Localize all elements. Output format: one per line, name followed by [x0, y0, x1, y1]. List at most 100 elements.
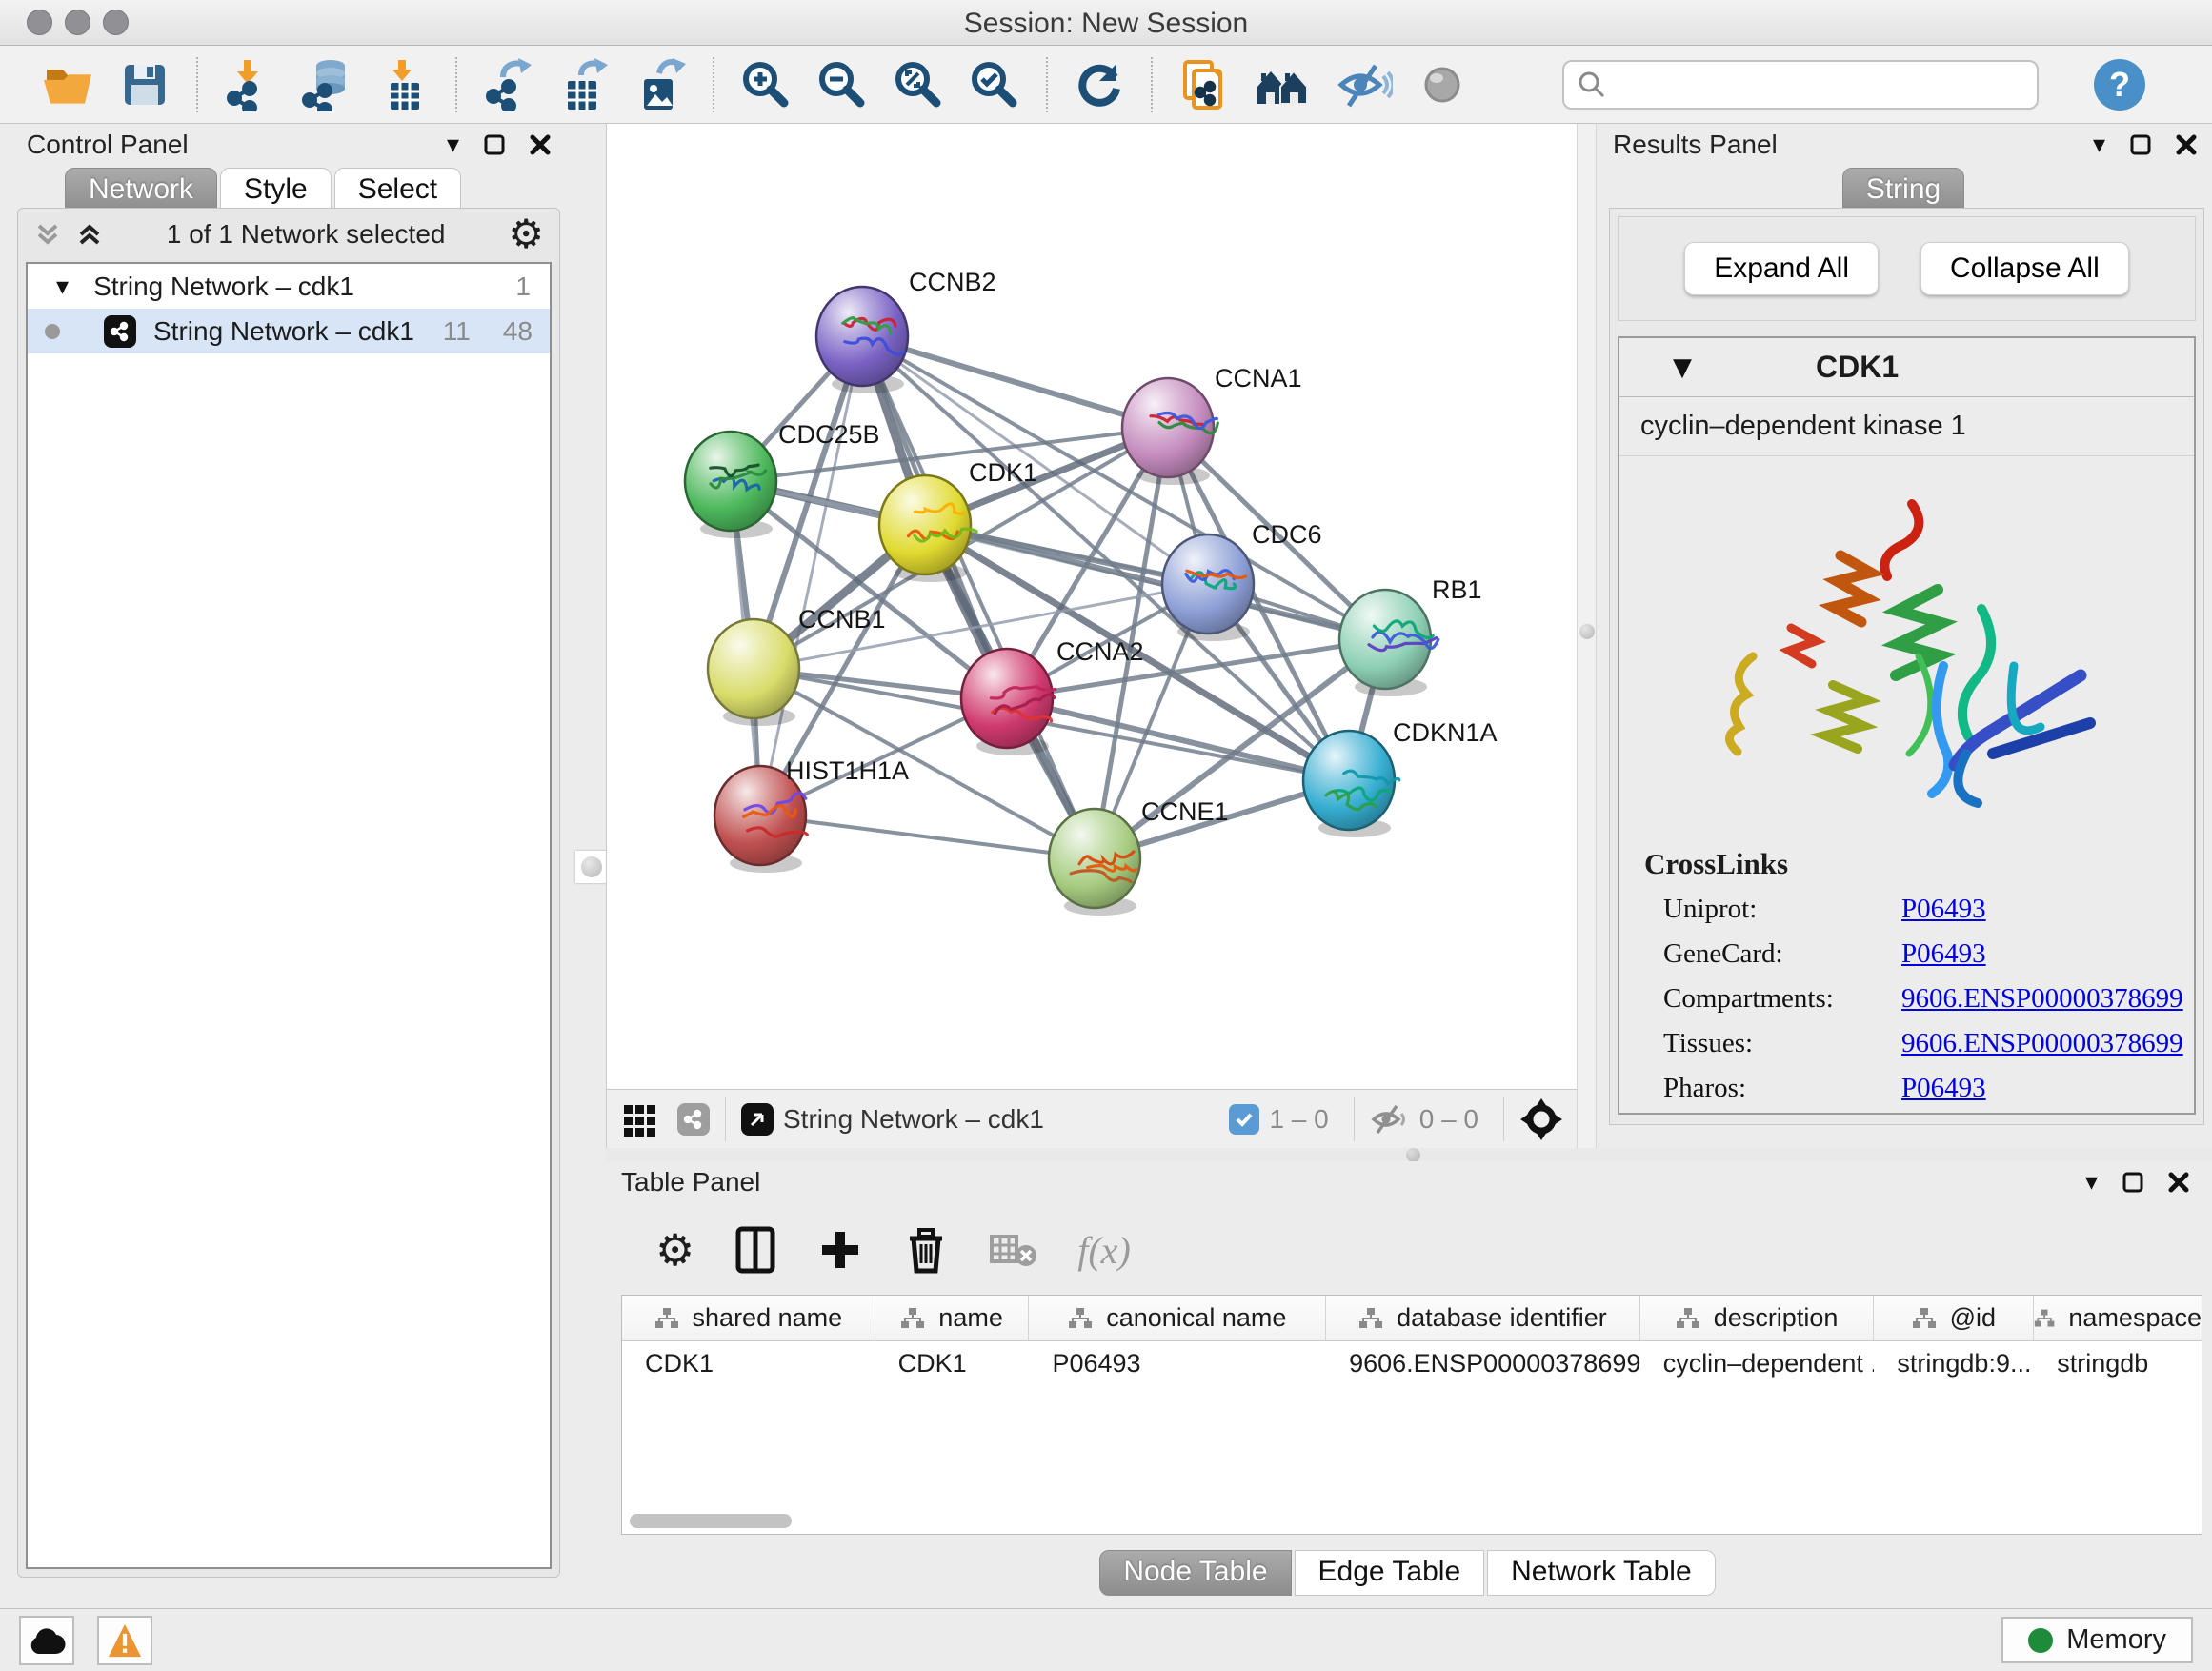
import-network-from-database-button[interactable] — [299, 58, 354, 111]
pharos-link[interactable]: P06493 — [1901, 1073, 1986, 1104]
table-panel-title: Table Panel — [621, 1167, 760, 1198]
collapse-all-button[interactable]: Collapse All — [1920, 242, 2129, 295]
crosslink-row: Pharos:P06493 — [1619, 1066, 2194, 1111]
save-session-button[interactable] — [118, 58, 171, 111]
column-header[interactable]: @id — [1874, 1296, 2034, 1340]
grid-view-icon[interactable] — [620, 1099, 660, 1139]
column-header[interactable]: database identifier — [1326, 1296, 1640, 1340]
network-options-gear-icon[interactable]: ⚙ — [508, 214, 544, 254]
collapse-panel-icon[interactable]: ▾ — [447, 132, 459, 157]
tab-string[interactable]: String — [1842, 168, 1964, 213]
network-file-share-button[interactable] — [1177, 58, 1231, 111]
column-header[interactable]: namespace — [2034, 1296, 2202, 1340]
search-input[interactable] — [1562, 60, 2039, 110]
gene-symbol: CDK1 — [1816, 350, 1899, 385]
float-panel-icon[interactable] — [2122, 1172, 2143, 1193]
string-home-button[interactable] — [1254, 58, 1313, 111]
column-header[interactable]: shared name — [622, 1296, 875, 1340]
gene-section-header[interactable]: ▼ CDK1 — [1619, 338, 2194, 396]
tab-style[interactable]: Style — [220, 168, 332, 213]
warnings-button[interactable] — [97, 1616, 152, 1665]
crosshair-icon[interactable] — [1519, 1097, 1563, 1141]
svg-text:CDK1: CDK1 — [969, 458, 1037, 487]
table-header-row: shared name name canonical name database… — [622, 1296, 2202, 1341]
tab-node-table[interactable]: Node Table — [1099, 1550, 1291, 1596]
tissues-link[interactable]: 9606.ENSP00000378699 — [1901, 1028, 2183, 1059]
zoom-fit-button[interactable] — [892, 58, 945, 111]
left-splitter-handle[interactable] — [575, 851, 608, 883]
add-column-icon[interactable] — [816, 1226, 864, 1274]
genecard-link[interactable]: P06493 — [1901, 938, 1986, 970]
right-splitter[interactable] — [1577, 124, 1597, 1148]
tree-expander-icon[interactable]: ▾ — [56, 274, 69, 299]
network-type-icon — [104, 315, 136, 348]
import-table-button[interactable] — [377, 58, 431, 111]
crosslink-label: Tissues: — [1663, 1028, 1901, 1059]
zoom-selected-button[interactable] — [968, 58, 1021, 111]
network-view-type-icon[interactable] — [677, 1103, 710, 1136]
tab-edge-table[interactable]: Edge Table — [1295, 1550, 1485, 1596]
network-view-title: String Network – cdk1 — [783, 1104, 1044, 1135]
export-network-icon — [482, 58, 535, 111]
column-header[interactable]: name — [875, 1296, 1030, 1340]
collapse-all-networks-icon[interactable] — [75, 220, 104, 249]
memory-status-dot — [2028, 1628, 2053, 1653]
section-expander-icon[interactable]: ▼ — [1673, 355, 1692, 380]
tab-network-table[interactable]: Network Table — [1487, 1550, 1716, 1596]
compartments-link[interactable]: 9606.ENSP00000378699 — [1901, 983, 2183, 1015]
cloud-status-button[interactable] — [19, 1616, 74, 1665]
column-header[interactable]: canonical name — [1029, 1296, 1326, 1340]
help-button[interactable]: ? — [2094, 59, 2145, 111]
show-columns-icon[interactable] — [733, 1225, 778, 1275]
svg-text:RB1: RB1 — [1432, 575, 1482, 604]
zoom-in-button[interactable] — [739, 58, 793, 111]
table-row[interactable]: CDK1 CDK1 P06493 9606.ENSP00000378699 cy… — [622, 1341, 2202, 1385]
close-panel-icon[interactable] — [530, 134, 551, 155]
toolbar-separator — [713, 57, 714, 112]
horizontal-splitter-handle[interactable] — [1406, 1148, 1420, 1162]
delete-table-icon[interactable] — [902, 1225, 950, 1275]
svg-text:HIST1H1A: HIST1H1A — [786, 756, 909, 785]
open-session-button[interactable] — [40, 58, 95, 111]
network-node-ccnb1: CCNB1 — [708, 605, 886, 726]
houses-icon — [1254, 58, 1313, 111]
expand-all-networks-icon[interactable] — [33, 220, 62, 249]
refresh-view-button[interactable] — [1073, 58, 1126, 111]
network-canvas[interactable]: CCNB2CCNA1CDC25BCDK1CDC6RB1CCNB1CCNA2CDK… — [606, 124, 1577, 1089]
network-row-selected[interactable]: String Network – cdk1 11 48 — [28, 309, 550, 353]
uniprot-link[interactable]: P06493 — [1901, 894, 1986, 925]
export-table-button[interactable] — [558, 58, 612, 111]
expand-all-button[interactable]: Expand All — [1684, 242, 1879, 295]
svg-text:CDC25B: CDC25B — [778, 420, 880, 449]
gene-description: cyclin–dependent kinase 1 — [1619, 397, 2194, 456]
memory-button[interactable]: Memory — [2001, 1617, 2193, 1663]
network-node-ccna1: CCNA1 — [1122, 364, 1302, 485]
node-table: shared name name canonical name database… — [621, 1295, 2202, 1535]
network-tree: ▾ String Network – cdk1 1 String Network… — [26, 262, 552, 1569]
hide-glass-panel-button[interactable] — [1336, 58, 1393, 111]
column-header[interactable]: description — [1640, 1296, 1875, 1340]
table-options-gear-icon[interactable]: ⚙ — [655, 1228, 694, 1272]
export-network-button[interactable] — [482, 58, 535, 111]
horizontal-scrollbar-thumb[interactable] — [630, 1514, 792, 1528]
tab-network[interactable]: Network — [65, 168, 217, 213]
zoom-out-button[interactable] — [815, 58, 869, 111]
svg-text:CCNE1: CCNE1 — [1141, 797, 1229, 826]
network-collection-row[interactable]: ▾ String Network – cdk1 1 — [28, 264, 550, 309]
import-network-file-button[interactable] — [223, 58, 276, 111]
birds-eye-view-icon[interactable] — [741, 1103, 774, 1136]
hidden-eye-slash-icon[interactable] — [1370, 1102, 1410, 1137]
show-eye-button[interactable] — [1416, 58, 1469, 111]
selected-nodes-checkbox[interactable] — [1229, 1104, 1259, 1135]
close-panel-icon[interactable] — [2168, 1172, 2189, 1193]
export-image-button[interactable] — [634, 58, 688, 111]
tab-select[interactable]: Select — [334, 168, 461, 213]
collapse-panel-icon[interactable]: ▾ — [2085, 1170, 2098, 1195]
close-panel-icon[interactable] — [2176, 134, 2197, 155]
right-splitter-handle[interactable] — [1579, 624, 1595, 639]
svg-text:CCNA1: CCNA1 — [1215, 364, 1302, 393]
float-panel-icon[interactable] — [484, 134, 505, 155]
horizontal-splitter[interactable] — [606, 1148, 2212, 1161]
float-panel-icon[interactable] — [2130, 134, 2151, 155]
collapse-panel-icon[interactable]: ▾ — [2093, 132, 2105, 157]
